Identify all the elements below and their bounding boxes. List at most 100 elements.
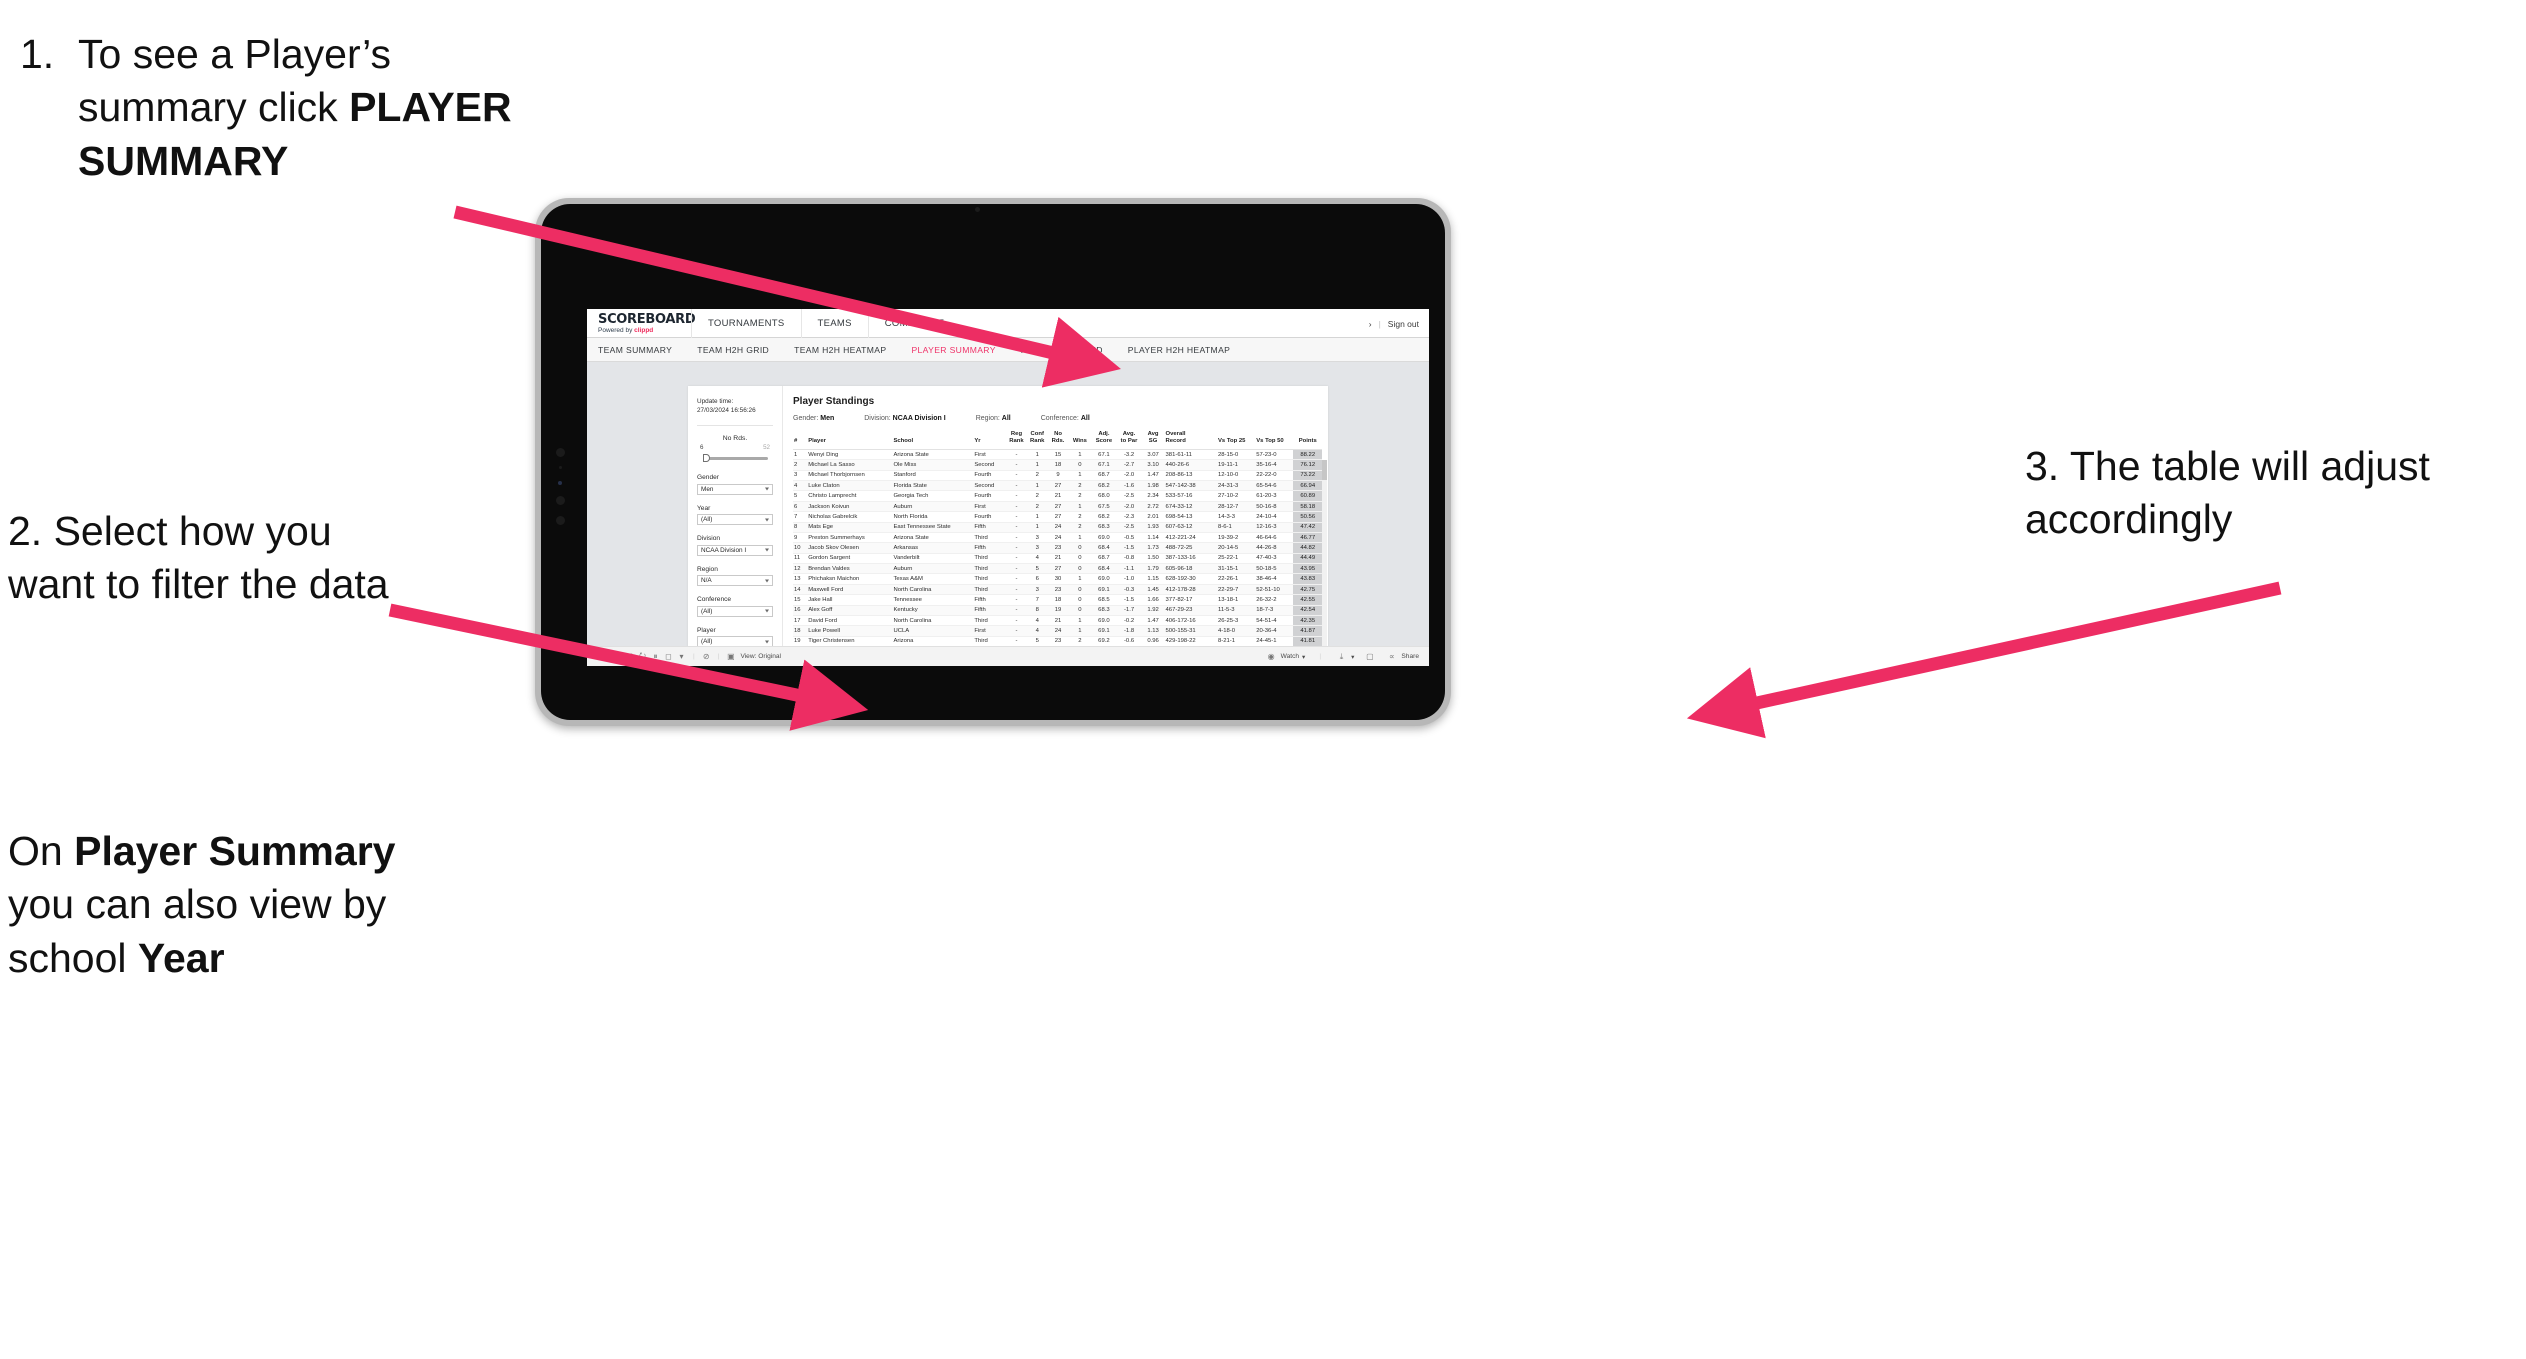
view-original-button[interactable]: ▣ View: Original: [724, 652, 781, 661]
cell-rec: 387-133-16: [1164, 553, 1217, 565]
col-rank[interactable]: #: [793, 429, 808, 450]
cell-yr: Third: [973, 553, 1007, 565]
view-icon: ▣: [727, 652, 735, 661]
col-avg-sg[interactable]: Avg SG: [1141, 429, 1165, 450]
col-player[interactable]: Player: [807, 429, 893, 450]
summary-region-label: Region:: [975, 415, 1000, 422]
filter-player-label: Player: [697, 626, 716, 634]
annotation-step-1: 1. To see a Player’s summary click PLAYE…: [20, 28, 540, 188]
cell-conf: 1: [1026, 449, 1048, 461]
cell-adj: 69.1: [1091, 584, 1117, 596]
cell-reg: -: [1006, 594, 1027, 606]
share-button[interactable]: ∝ Share: [1385, 652, 1419, 661]
redo-icon[interactable]: ↷: [610, 652, 623, 661]
cell-wins: 2: [1068, 511, 1092, 523]
cell-school: North Carolina: [892, 615, 974, 627]
col-year[interactable]: Yr: [973, 429, 1007, 450]
account-chevron-icon[interactable]: ›: [1369, 319, 1372, 329]
filter-gender-select[interactable]: Men: [697, 483, 773, 495]
col-reg-rank[interactable]: Reg Rank: [1006, 429, 1027, 450]
col-wins[interactable]: Wins: [1068, 429, 1092, 450]
col-points[interactable]: Points: [1293, 429, 1322, 450]
table-scrollbar[interactable]: [1322, 460, 1327, 666]
table-row[interactable]: 16 Alex Goff Kentucky Fifth -8 19 0 68.3 -1.7 1.9…: [793, 605, 1322, 616]
top-nav-committee[interactable]: COMMITTEE: [867, 309, 961, 338]
no-rounds-slider[interactable]: [697, 453, 773, 463]
slider-handle[interactable]: [703, 454, 710, 463]
cell-school: Georgia Tech: [892, 490, 974, 502]
cell-nords: 24: [1047, 625, 1069, 637]
cell-player: Brendan Valdes: [807, 563, 893, 575]
table-row[interactable]: 3 Michael Thorbjornsen Stanford Fourth -2 9 1 6…: [793, 470, 1322, 482]
tab-team-summary[interactable]: TEAM SUMMARY: [598, 345, 672, 355]
filter-conference-select[interactable]: (All): [697, 605, 773, 617]
table-row[interactable]: 5 Christo Lamprecht Georgia Tech Fourth -2 21…: [793, 490, 1322, 502]
col-vs-top-25[interactable]: Vs Top 25: [1216, 429, 1256, 450]
cell-num: 8: [793, 522, 808, 533]
pause-icon[interactable]: ⏸: [649, 652, 662, 662]
tab-team-h2h-heatmap[interactable]: TEAM H2H HEATMAP: [794, 345, 886, 355]
scrollbar-thumb[interactable]: [1322, 460, 1327, 480]
cell-sg: 3.07: [1141, 449, 1165, 461]
table-row[interactable]: 11 Gordon Sargent Vanderbilt Third -4 21 0 68.7…: [793, 553, 1322, 565]
cell-yr: Third: [973, 532, 1007, 544]
filter-region-select[interactable]: N/A: [697, 575, 773, 587]
col-no-rounds[interactable]: No Rds.: [1047, 429, 1069, 450]
cell-t25: 25-22-1: [1216, 553, 1256, 565]
table-row[interactable]: 14 Maxwell Ford North Carolina Third -3 23 0 69…: [793, 584, 1322, 596]
table-row[interactable]: 12 Brendan Valdes Auburn Third -5 27 0 68.4 -1.1…: [793, 563, 1322, 575]
revert-icon[interactable]: ↺: [623, 652, 636, 661]
table-row[interactable]: 19 Tiger Christensen Arizona Third -5 23 2 69.2…: [793, 636, 1322, 648]
table-row[interactable]: 8 Mats Ege East Tennessee State Fifth -1 24 2 6…: [793, 522, 1322, 533]
col-vs-top-50[interactable]: Vs Top 50: [1255, 429, 1294, 450]
cell-t25: 27-10-2: [1216, 490, 1256, 502]
filter-division-select[interactable]: NCAA Division I: [697, 544, 773, 556]
sign-out-link[interactable]: Sign out: [1388, 319, 1419, 329]
cell-t25: 14-3-3: [1216, 511, 1256, 523]
tab-player-summary[interactable]: PLAYER SUMMARY: [911, 345, 995, 355]
annotation-note-bold-year: Year: [137, 934, 225, 981]
cell-reg: -: [1006, 615, 1027, 627]
table-row[interactable]: 6 Jackson Koivun Auburn First -2 27 1 67.5 -2.0 2…: [793, 501, 1322, 513]
top-nav-tournaments[interactable]: TOURNAMENTS: [691, 309, 801, 338]
table-row[interactable]: 17 David Ford North Carolina Third -4 21 1 69.0…: [793, 615, 1322, 627]
table-row[interactable]: 1 Wenyi Ding Arizona State First -1 15 1 67.1 -3…: [793, 449, 1322, 461]
table-row[interactable]: 2 Michael La Sasso Ole Miss Second -1 18 0 67.1…: [793, 459, 1322, 471]
col-conf-rank[interactable]: Conf Rank: [1026, 429, 1048, 450]
tab-team-h2h-grid[interactable]: TEAM H2H GRID: [697, 345, 769, 355]
col-school[interactable]: School: [892, 429, 974, 450]
camera-dot-left-1: [556, 448, 565, 457]
chevron-down-icon: [765, 518, 769, 522]
table-row[interactable]: 13 Phichaksn Maichon Texas A&M Third -6 30 1 69…: [793, 573, 1322, 585]
filter-gender: Gender Men: [697, 474, 773, 495]
watch-button[interactable]: ◉ Watch ▾: [1265, 652, 1306, 661]
col-overall-record[interactable]: Overall Record: [1164, 429, 1217, 450]
table-row[interactable]: 18 Luke Powell UCLA First -4 24 1 69.1 -1.8 1.13 5…: [793, 625, 1322, 637]
table-row[interactable]: 9 Preston Summerhays Arizona State Third -3 2…: [793, 532, 1322, 544]
col-adj-score[interactable]: Adj. Score: [1091, 429, 1117, 450]
tab-player-h2h-heatmap[interactable]: PLAYER H2H HEATMAP: [1128, 345, 1230, 355]
cell-adj: 67.1: [1091, 459, 1117, 471]
cell-reg: -: [1006, 573, 1027, 585]
scoreboard-logo[interactable]: SCOREBOARD Powered by clippd: [587, 313, 696, 334]
device-preview-icon[interactable]: ▢: [1363, 652, 1376, 661]
table-row[interactable]: 4 Luke Claton Florida State Second -1 27 2 68.2…: [793, 480, 1322, 492]
rectangle-select-icon[interactable]: ◻: [662, 652, 675, 661]
table-row[interactable]: 15 Jake Hall Tennessee Fifth -7 18 0 68.5 -1.5 1.…: [793, 594, 1322, 606]
rectangle-select-caret-icon[interactable]: ▾: [675, 652, 688, 661]
sub-navigation: TEAM SUMMARY TEAM H2H GRID TEAM H2H HEAT…: [587, 338, 1429, 362]
filter-year-select[interactable]: (All): [697, 514, 773, 526]
cell-player: Tiger Christensen: [807, 636, 893, 648]
top-nav-teams[interactable]: TEAMS: [800, 309, 868, 338]
undo-icon[interactable]: ↶: [597, 652, 610, 661]
cell-t25: 28-12-7: [1216, 501, 1256, 513]
toolbar-divider-3: |: [1319, 653, 1322, 660]
tab-player-h2h-grid[interactable]: PLAYER H2H GRID: [1021, 345, 1103, 355]
col-avg-to-par[interactable]: Avg. to Par: [1116, 429, 1142, 450]
table-row[interactable]: 10 Jacob Skov Olesen Arkansas Fifth -3 23 0 68.…: [793, 542, 1322, 554]
refresh-icon[interactable]: ⭮: [636, 650, 649, 664]
download-button[interactable]: ⤓ ▾: [1335, 652, 1355, 662]
cell-wins: 2: [1068, 522, 1092, 533]
help-icon[interactable]: ⊘: [700, 652, 713, 661]
table-row[interactable]: 7 Nicholas Gabrelcik North Florida Fourth -1…: [793, 511, 1322, 523]
